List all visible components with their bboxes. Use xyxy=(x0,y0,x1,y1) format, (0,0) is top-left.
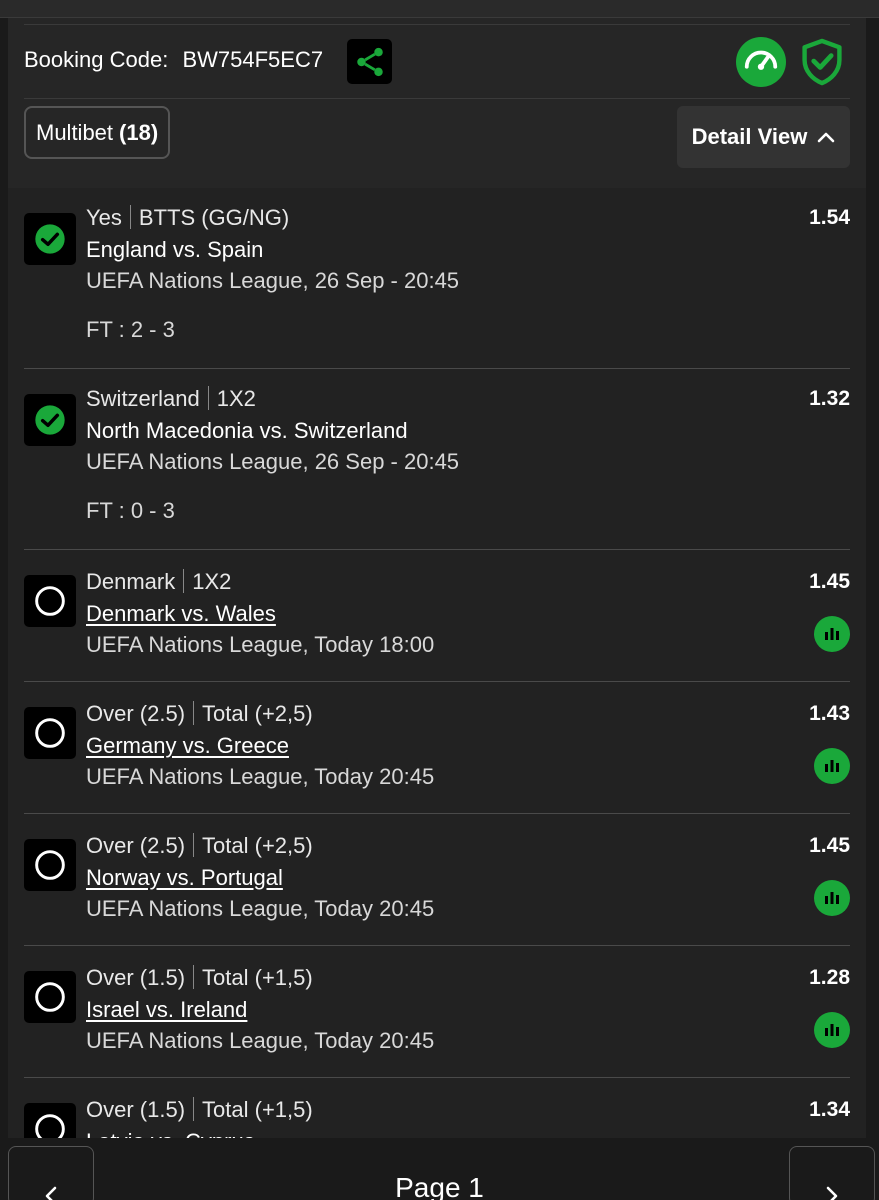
market-label: Total (+2,5) xyxy=(202,701,313,726)
page-indicator: Page 1 xyxy=(395,1172,484,1200)
bet-item: Over (1.5) Total (+1,5) Israel vs. Irelan… xyxy=(24,946,850,1078)
bet-selection: Over (2.5) Total (+2,5) xyxy=(86,833,313,859)
detail-view-button[interactable]: Detail View xyxy=(677,106,850,168)
selection-label: Denmark xyxy=(86,569,176,594)
speedometer-icon[interactable] xyxy=(736,37,786,87)
separator xyxy=(193,701,195,725)
betslip-panel: Booking Code: BW754F5EC7 Multibet (18) D… xyxy=(8,18,866,1200)
selection-label: Over (2.5) xyxy=(86,833,186,858)
final-score: FT : 0 - 3 xyxy=(86,498,175,523)
circle-icon xyxy=(24,707,76,759)
bet-list: Yes BTTS (GG/NG) England vs. Spain UEFA N… xyxy=(8,188,866,1200)
final-score: FT : 2 - 3 xyxy=(86,317,175,342)
bet-item: Denmark 1X2 Denmark vs. Wales UEFA Nation… xyxy=(24,550,850,682)
chevron-right-icon xyxy=(826,1186,838,1200)
league-time: UEFA Nations League, Today 20:45 xyxy=(86,1028,435,1053)
selection-label: Over (1.5) xyxy=(86,965,186,990)
separator xyxy=(193,833,195,857)
pagination-bar: Page 1 xyxy=(0,1138,879,1200)
league-time: UEFA Nations League, Today 20:45 xyxy=(86,896,435,921)
selection-label: Yes xyxy=(86,205,122,230)
multibet-count: (18) xyxy=(119,119,159,145)
circle-icon xyxy=(24,971,76,1023)
next-page-button[interactable] xyxy=(789,1146,875,1200)
league-time: UEFA Nations League, Today 20:45 xyxy=(86,764,435,789)
bet-selection: Denmark 1X2 xyxy=(86,569,231,595)
odds-value: 1.54 xyxy=(809,206,850,229)
match-link[interactable]: Denmark vs. Wales xyxy=(86,601,276,627)
bet-item: Over (2.5) Total (+2,5) Germany vs. Greec… xyxy=(24,682,850,814)
market-label: 1X2 xyxy=(216,386,256,411)
odds-value: 1.43 xyxy=(809,702,850,725)
bet-item: Switzerland 1X2 North Macedonia vs. Switz… xyxy=(24,369,850,550)
betslip-header: Booking Code: BW754F5EC7 Multibet (18) D… xyxy=(8,18,866,188)
share-button[interactable] xyxy=(347,39,392,84)
match-name: North Macedonia vs. Switzerland xyxy=(86,418,408,443)
league-time: UEFA Nations League, Today 18:00 xyxy=(86,632,435,657)
bet-selection: Switzerland 1X2 xyxy=(86,386,256,412)
booking-code: Booking Code: BW754F5EC7 xyxy=(24,47,323,73)
share-icon xyxy=(356,47,383,76)
bet-selection: Over (1.5) Total (+1,5) xyxy=(86,1097,313,1123)
odds-value: 1.45 xyxy=(809,834,850,857)
bet-selection: Over (1.5) Total (+1,5) xyxy=(86,965,313,991)
shield-check-icon[interactable] xyxy=(798,36,846,88)
league-time: UEFA Nations League, 26 Sep - 20:45 xyxy=(86,268,460,293)
odds-value: 1.32 xyxy=(809,387,850,410)
stats-icon[interactable] xyxy=(814,1012,850,1048)
stats-icon[interactable] xyxy=(814,880,850,916)
detail-view-label: Detail View xyxy=(691,124,808,149)
match-link[interactable]: Israel vs. Ireland xyxy=(86,997,247,1023)
top-strip xyxy=(0,0,879,18)
match-link[interactable]: Germany vs. Greece xyxy=(86,733,289,759)
market-label: BTTS (GG/NG) xyxy=(138,205,290,230)
separator xyxy=(193,1097,195,1121)
bet-item: Over (2.5) Total (+2,5) Norway vs. Portug… xyxy=(24,814,850,946)
odds-value: 1.34 xyxy=(809,1098,850,1121)
chevron-up-icon xyxy=(817,130,835,144)
odds-value: 1.45 xyxy=(809,570,850,593)
odds-value: 1.28 xyxy=(809,966,850,989)
booking-code-label: Booking Code: xyxy=(24,47,169,72)
selection-label: Switzerland xyxy=(86,386,200,411)
separator xyxy=(129,205,131,229)
separator xyxy=(193,965,195,989)
stats-icon[interactable] xyxy=(814,616,850,652)
market-label: Total (+1,5) xyxy=(202,1097,313,1122)
market-label: Total (+2,5) xyxy=(202,833,313,858)
check-icon xyxy=(24,213,76,265)
multibet-badge[interactable]: Multibet (18) xyxy=(24,106,171,159)
market-label: Total (+1,5) xyxy=(202,965,313,990)
check-icon xyxy=(24,394,76,446)
bet-item: Yes BTTS (GG/NG) England vs. Spain UEFA N… xyxy=(24,188,850,369)
match-name: England vs. Spain xyxy=(86,237,264,262)
bet-selection: Yes BTTS (GG/NG) xyxy=(86,205,289,231)
selection-label: Over (2.5) xyxy=(86,701,186,726)
bet-selection: Over (2.5) Total (+2,5) xyxy=(86,701,313,727)
divider xyxy=(24,98,850,99)
match-link[interactable]: Norway vs. Portugal xyxy=(86,865,283,891)
circle-icon xyxy=(24,839,76,891)
selection-label: Over (1.5) xyxy=(86,1097,186,1122)
stats-icon[interactable] xyxy=(814,748,850,784)
league-time: UEFA Nations League, 26 Sep - 20:45 xyxy=(86,449,460,474)
market-label: 1X2 xyxy=(192,569,232,594)
divider xyxy=(24,24,850,25)
booking-code-value: BW754F5EC7 xyxy=(182,47,324,72)
separator xyxy=(183,569,185,593)
multibet-label: Multibet xyxy=(36,119,114,145)
circle-icon xyxy=(24,575,76,627)
separator xyxy=(207,386,209,410)
